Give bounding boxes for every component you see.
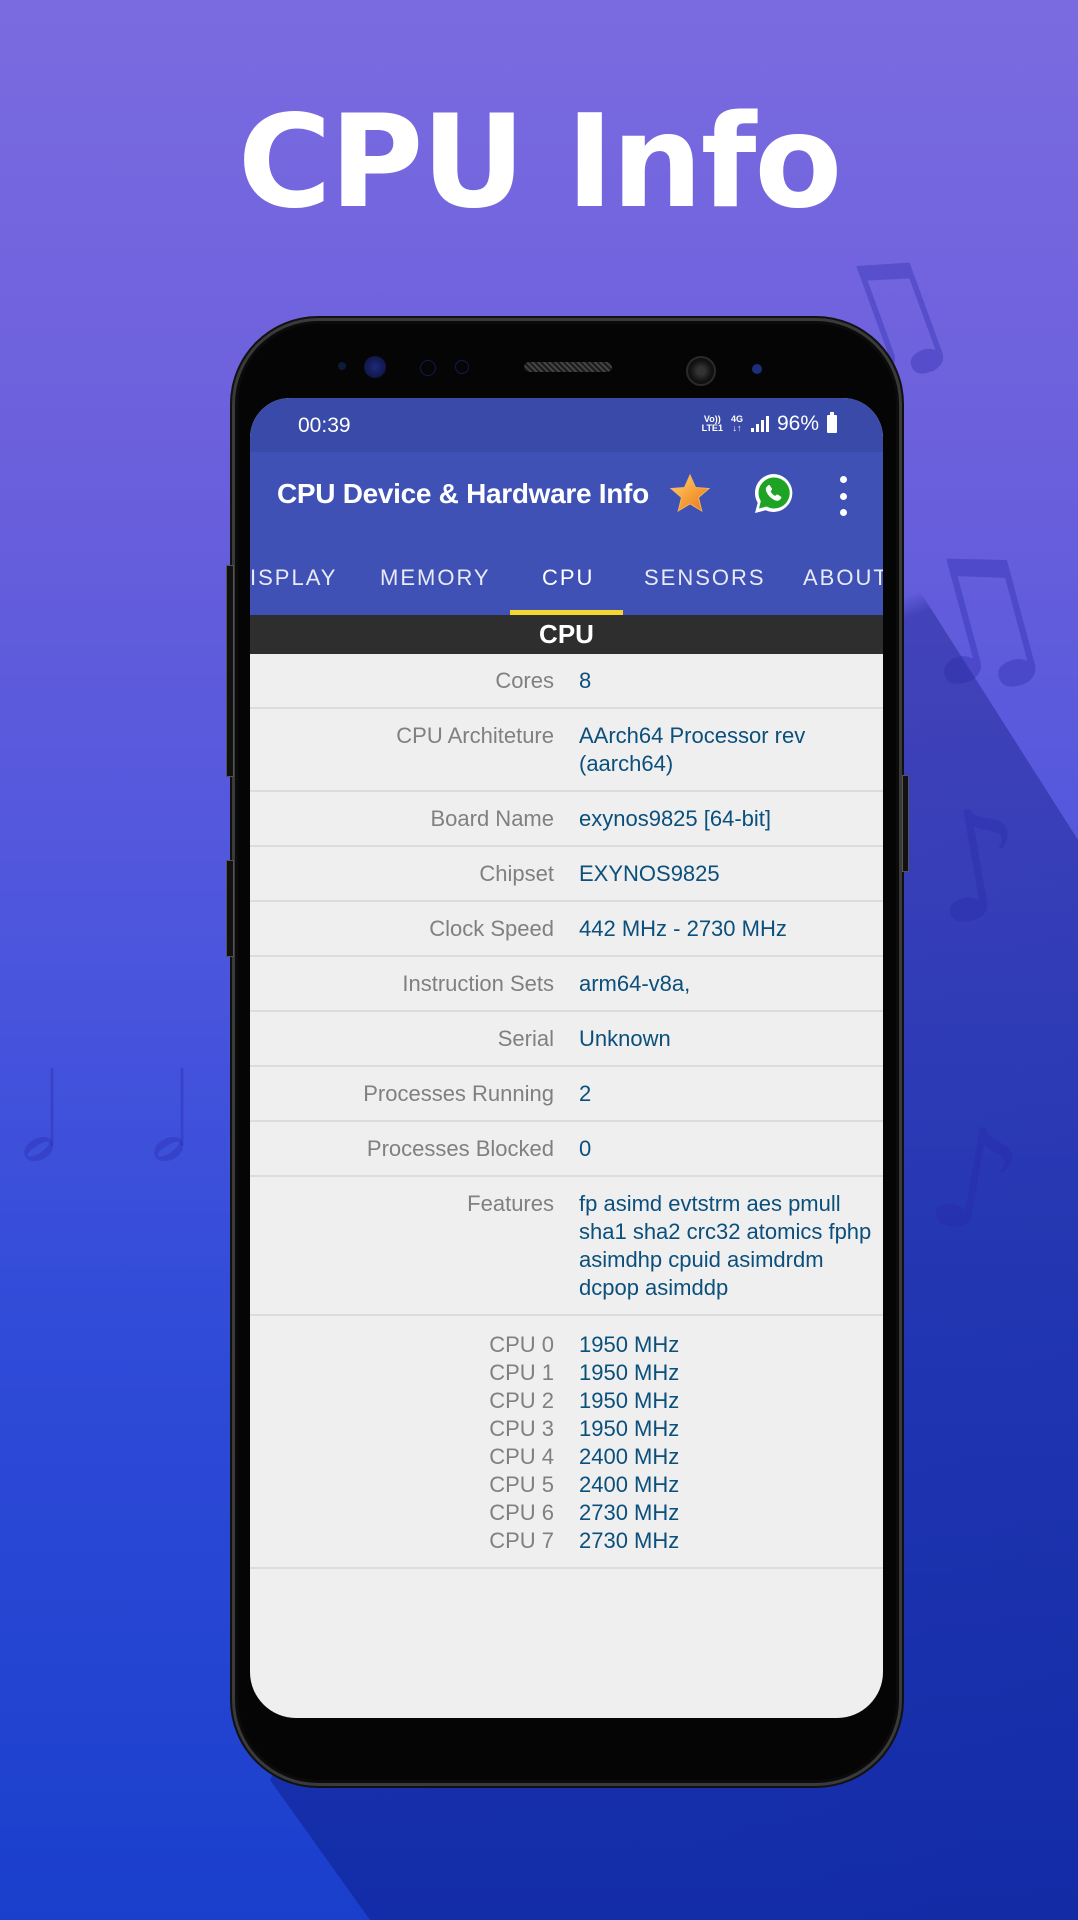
more-vert-icon: [839, 476, 847, 483]
tab-bar: ISPLAY MEMORY CPU SENSORS ABOUT: [250, 540, 883, 615]
core-label: CPU 0: [489, 1332, 554, 1357]
rate-star-button[interactable]: [668, 472, 712, 516]
row-value: 0: [579, 1136, 592, 1161]
phone-side-button: [226, 860, 234, 957]
core-frequency: 2730 MHz: [579, 1500, 680, 1525]
signal-strength-icon: [750, 416, 769, 432]
cpu-core-row: CPU 5 2400 MHz: [250, 1471, 883, 1499]
core-frequency: 2400 MHz: [579, 1444, 680, 1469]
row-label: Serial: [497, 1026, 554, 1051]
whatsapp-icon: [754, 474, 793, 513]
tab-display[interactable]: ISPLAY: [250, 565, 337, 591]
core-label: CPU 2: [489, 1388, 554, 1413]
status-time: 00:39: [298, 414, 351, 437]
phone-sensor: [420, 360, 436, 376]
tab-sensors[interactable]: SENSORS: [644, 565, 766, 591]
info-row-features: Features fp asimd evtstrm aes pmull sha1…: [250, 1177, 883, 1316]
promo-headline: CPU Info: [237, 88, 843, 237]
info-row-chipset: Chipset EXYNOS9825: [250, 847, 883, 902]
cpu-info-list: Cores 8 CPU Architeture AArch64 Processo…: [250, 654, 883, 1569]
row-value: EXYNOS9825: [579, 861, 720, 886]
network-4g-icon: 4G ↓↑: [730, 414, 743, 433]
music-note-decoration: 𝅗𝅥: [20, 1050, 59, 1189]
row-value: arm64-v8a,: [579, 971, 691, 996]
core-frequency: 2400 MHz: [579, 1472, 680, 1497]
cpu-core-row: CPU 2 1950 MHz: [250, 1387, 883, 1415]
cpu-core-row: CPU 7 2730 MHz: [250, 1527, 883, 1555]
cpu-core-row: CPU 3 1950 MHz: [250, 1415, 883, 1443]
row-label: CPU Architeture: [396, 723, 554, 748]
star-icon: [669, 473, 711, 513]
phone-sensor: [455, 360, 469, 374]
phone-sensor: [752, 364, 762, 374]
row-label: Clock Speed: [429, 916, 554, 941]
phone-screen: 00:39 Vo)) LTE1 4G ↓↑ 96% CPU Device & H…: [250, 398, 883, 1718]
info-row-instruction-sets: Instruction Sets arm64-v8a,: [250, 957, 883, 1012]
row-label: Chipset: [479, 861, 554, 886]
phone-earpiece: [524, 362, 612, 372]
core-label: CPU 4: [489, 1444, 554, 1469]
cpu-core-frequency-list: CPU 0 1950 MHz CPU 1 1950 MHz CPU 2 1950…: [250, 1316, 883, 1569]
info-row-serial: Serial Unknown: [250, 1012, 883, 1067]
core-frequency: 1950 MHz: [579, 1360, 680, 1385]
core-frequency: 1950 MHz: [579, 1388, 680, 1413]
phone-side-button: [226, 565, 234, 777]
cpu-core-row: CPU 1 1950 MHz: [250, 1359, 883, 1387]
row-value: exynos9825 [64-bit]: [579, 806, 772, 831]
row-label: Features: [467, 1191, 554, 1216]
row-value: AArch64 Processor rev (aarch64): [579, 723, 806, 776]
tab-about[interactable]: ABOUT: [803, 565, 883, 591]
core-frequency: 2730 MHz: [579, 1528, 680, 1553]
info-row-processes-running: Processes Running 2: [250, 1067, 883, 1122]
status-bar: 00:39 Vo)) LTE1 4G ↓↑ 96%: [250, 398, 883, 452]
info-row-board-name: Board Name exynos9825 [64-bit]: [250, 792, 883, 847]
core-frequency: 1950 MHz: [579, 1416, 680, 1441]
row-value: Unknown: [579, 1026, 671, 1051]
status-icons: Vo)) LTE1 4G ↓↑ 96%: [702, 412, 837, 436]
row-label: Cores: [495, 668, 554, 693]
core-label: CPU 3: [489, 1416, 554, 1441]
cpu-core-row: CPU 4 2400 MHz: [250, 1443, 883, 1471]
row-label: Processes Blocked: [366, 1136, 554, 1161]
row-label: Processes Running: [363, 1081, 554, 1106]
info-row-cores: Cores 8: [250, 654, 883, 709]
phone-side-button: [902, 775, 909, 872]
core-label: CPU 5: [489, 1472, 554, 1497]
info-row-architecture: CPU Architeture AArch64 Processor rev (a…: [250, 709, 883, 792]
core-label: CPU 6: [489, 1500, 554, 1525]
overflow-menu-button[interactable]: [835, 476, 851, 516]
whatsapp-share-button[interactable]: [750, 470, 798, 518]
row-value: 442 MHz - 2730 MHz: [579, 916, 787, 941]
phone-iris-scanner: [364, 356, 386, 378]
row-value: fp asimd evtstrm aes pmull sha1 sha2 crc…: [579, 1191, 872, 1300]
row-label: Board Name: [430, 806, 554, 831]
tab-memory[interactable]: MEMORY: [380, 565, 491, 591]
music-note-decoration: 𝅗𝅥: [150, 1050, 189, 1189]
info-row-processes-blocked: Processes Blocked 0: [250, 1122, 883, 1177]
cpu-core-row: CPU 6 2730 MHz: [250, 1499, 883, 1527]
row-value: 8: [579, 668, 592, 693]
battery-icon: [827, 412, 837, 433]
phone-sensor: [338, 362, 346, 370]
row-label: Instruction Sets: [402, 971, 554, 996]
battery-percent: 96%: [776, 412, 819, 435]
section-header: CPU: [250, 615, 883, 654]
tab-cpu[interactable]: CPU: [542, 565, 594, 591]
app-bar: CPU Device & Hardware Info: [250, 452, 883, 540]
core-label: CPU 1: [489, 1360, 554, 1385]
row-value: 2: [579, 1081, 592, 1106]
app-title: CPU Device & Hardware Info: [277, 478, 649, 509]
cpu-core-row: CPU 0 1950 MHz: [250, 1331, 883, 1359]
info-row-clock-speed: Clock Speed 442 MHz - 2730 MHz: [250, 902, 883, 957]
core-frequency: 1950 MHz: [579, 1332, 680, 1357]
core-label: CPU 7: [489, 1528, 554, 1553]
volte-icon: Vo)) LTE1: [701, 414, 723, 433]
phone-front-camera: [686, 356, 716, 386]
